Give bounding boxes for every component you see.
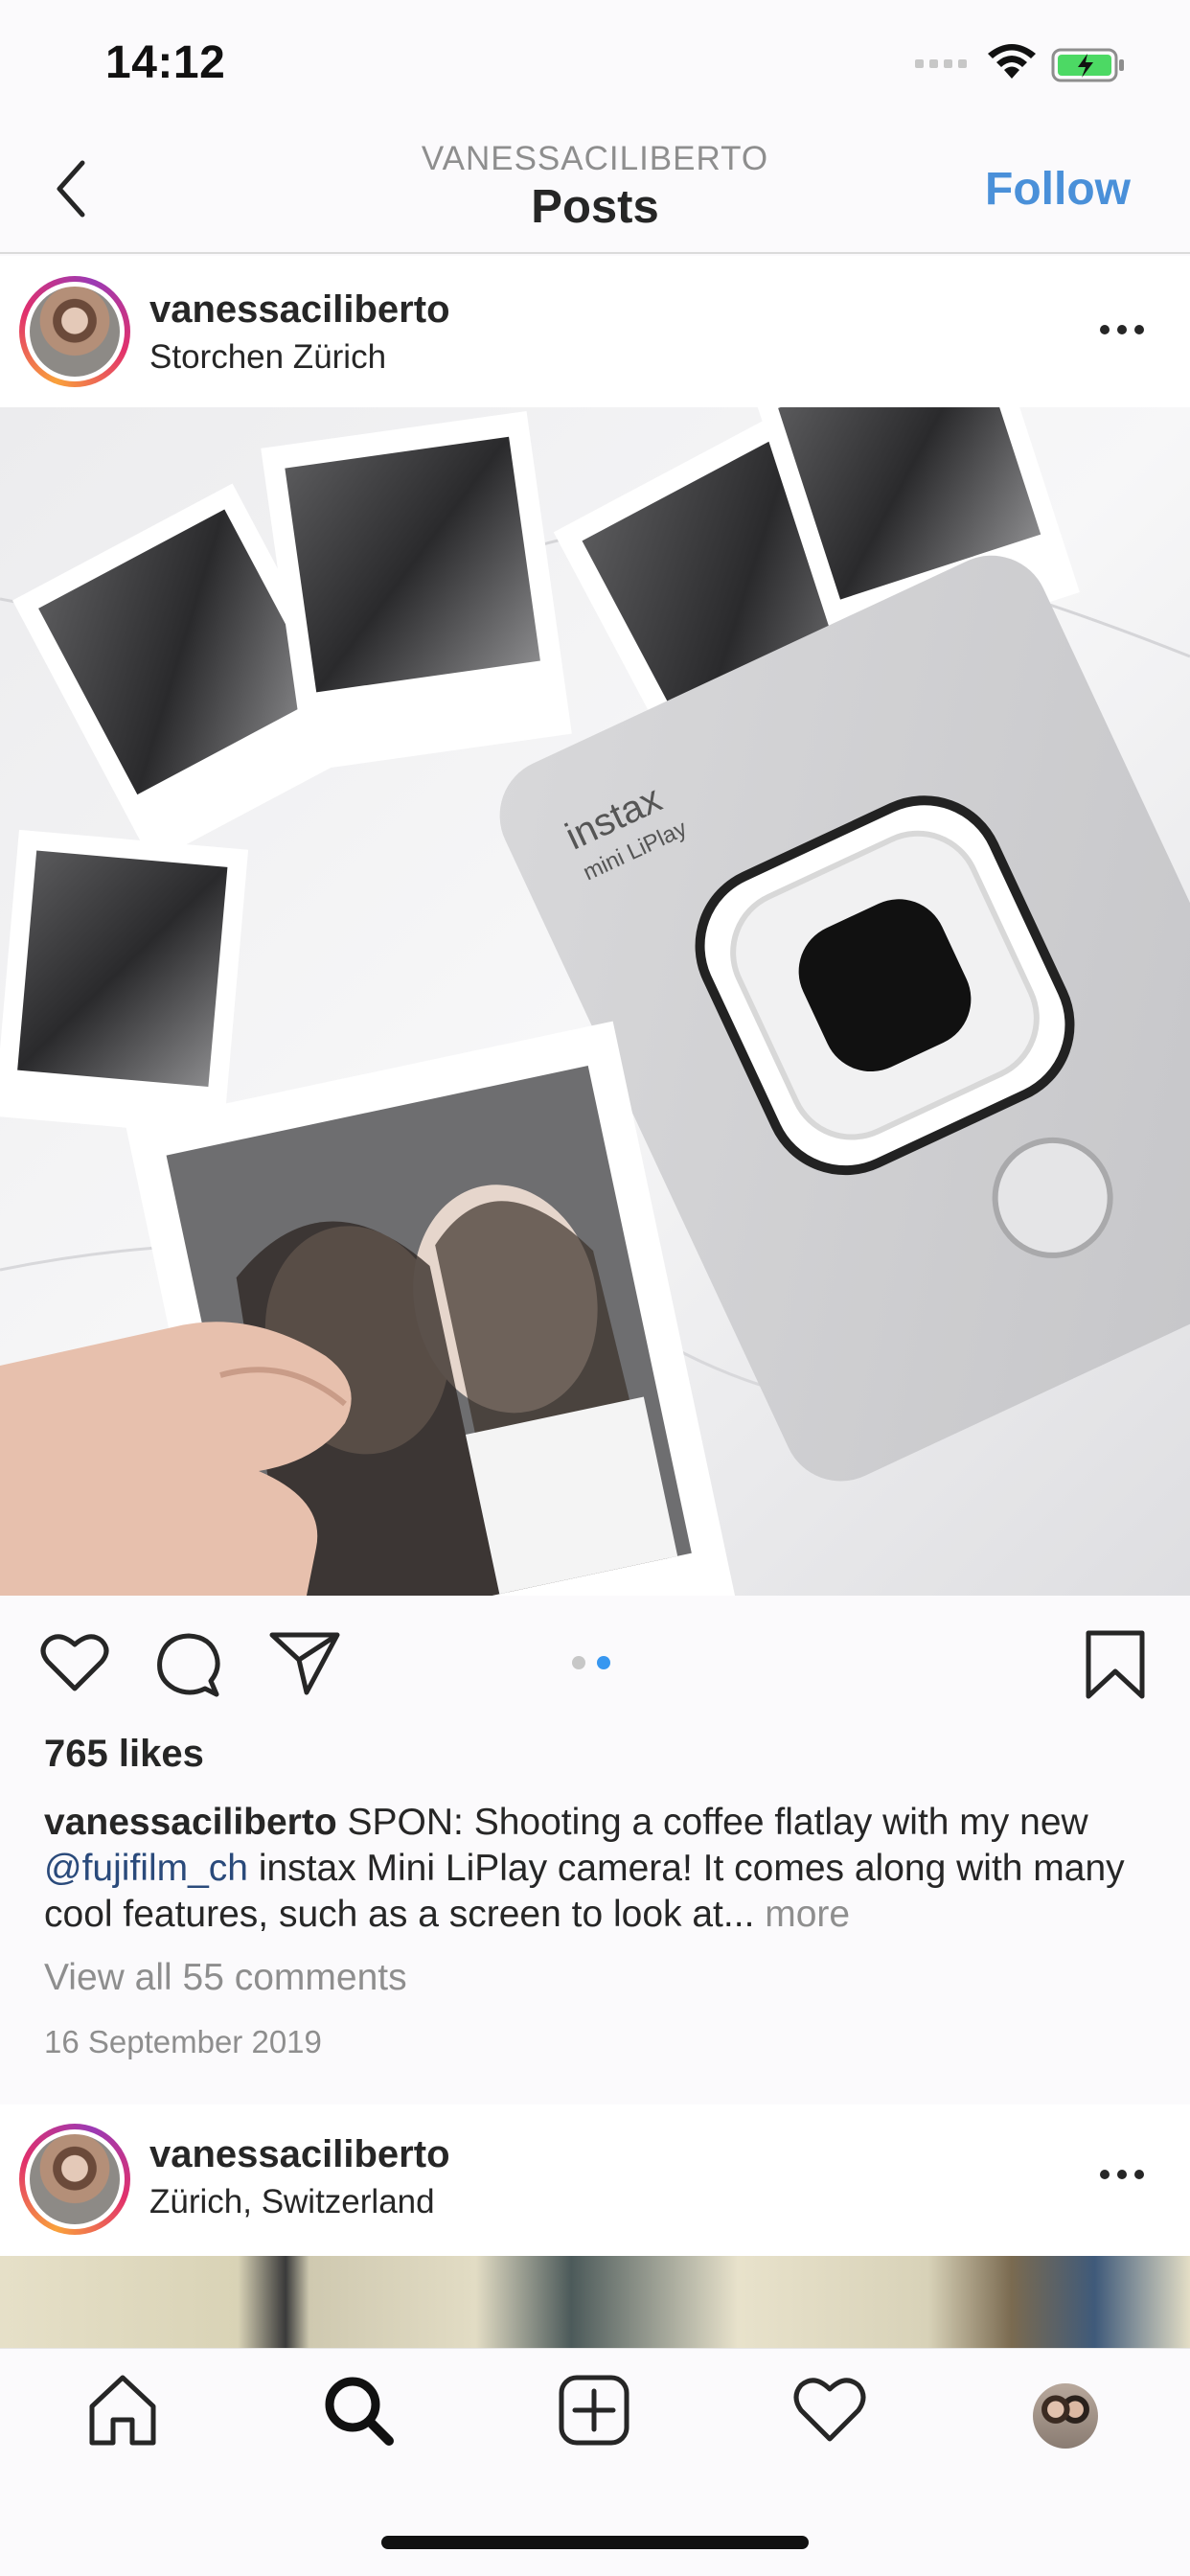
comment-bubble-icon[interactable] [155,1631,222,1698]
post-image[interactable] [0,2256,1190,2348]
avatar[interactable] [19,276,130,387]
battery-charging-icon [1051,48,1124,82]
carousel-dot-1 [572,1656,585,1669]
cellular-signal-icon [915,59,967,68]
follow-button[interactable]: Follow [985,163,1131,216]
post-caption: vanessaciliberto SPON: Shooting a coffee… [44,1800,1156,1938]
wifi-icon [988,44,1036,79]
post-image[interactable]: instax mini LiPlay [0,407,1190,1596]
home-indicator [381,2536,809,2549]
caption-username[interactable]: vanessaciliberto [44,1802,337,1843]
post-location[interactable]: Zürich, Switzerland [149,2183,435,2221]
carousel-dot-2-active [597,1656,610,1669]
search-icon[interactable] [320,2372,397,2449]
caption-more-link[interactable]: more [754,1894,850,1935]
avatar[interactable] [19,2124,130,2235]
post-date: 16 September 2019 [44,2024,322,2059]
post-location[interactable]: Storchen Zürich [149,338,386,377]
save-bookmark-icon[interactable] [1085,1629,1146,1700]
carousel-indicator [572,1656,610,1669]
post-header: vanessaciliberto Zürich, Switzerland [0,2104,1190,2256]
post-username[interactable]: vanessaciliberto [149,2133,450,2176]
likes-count[interactable]: 765 likes [44,1733,204,1776]
post-header: vanessaciliberto Storchen Zürich [0,256,1190,407]
more-options-icon[interactable] [1098,2168,1146,2181]
caption-text: SPON: Shooting a coffee flatlay with my … [336,1802,1088,1843]
share-paper-plane-icon[interactable] [268,1629,341,1696]
view-all-comments-link[interactable]: View all 55 comments [44,1957,407,1999]
like-heart-icon[interactable] [40,1631,109,1694]
post-username[interactable]: vanessaciliberto [149,288,450,332]
profile-avatar[interactable] [1033,2383,1098,2449]
navigation-header: VANESSACILIBERTO Posts Follow [0,126,1190,254]
new-post-icon[interactable] [556,2372,632,2449]
status-time: 14:12 [105,37,226,88]
home-icon[interactable] [84,2372,161,2449]
status-bar: 14:12 [0,0,1190,126]
activity-heart-icon[interactable] [791,2372,868,2449]
post-photo-illustration: instax mini LiPlay [0,407,1190,1596]
caption-mention-link[interactable]: @fujifilm_ch [44,1848,248,1889]
more-options-icon[interactable] [1098,323,1146,336]
